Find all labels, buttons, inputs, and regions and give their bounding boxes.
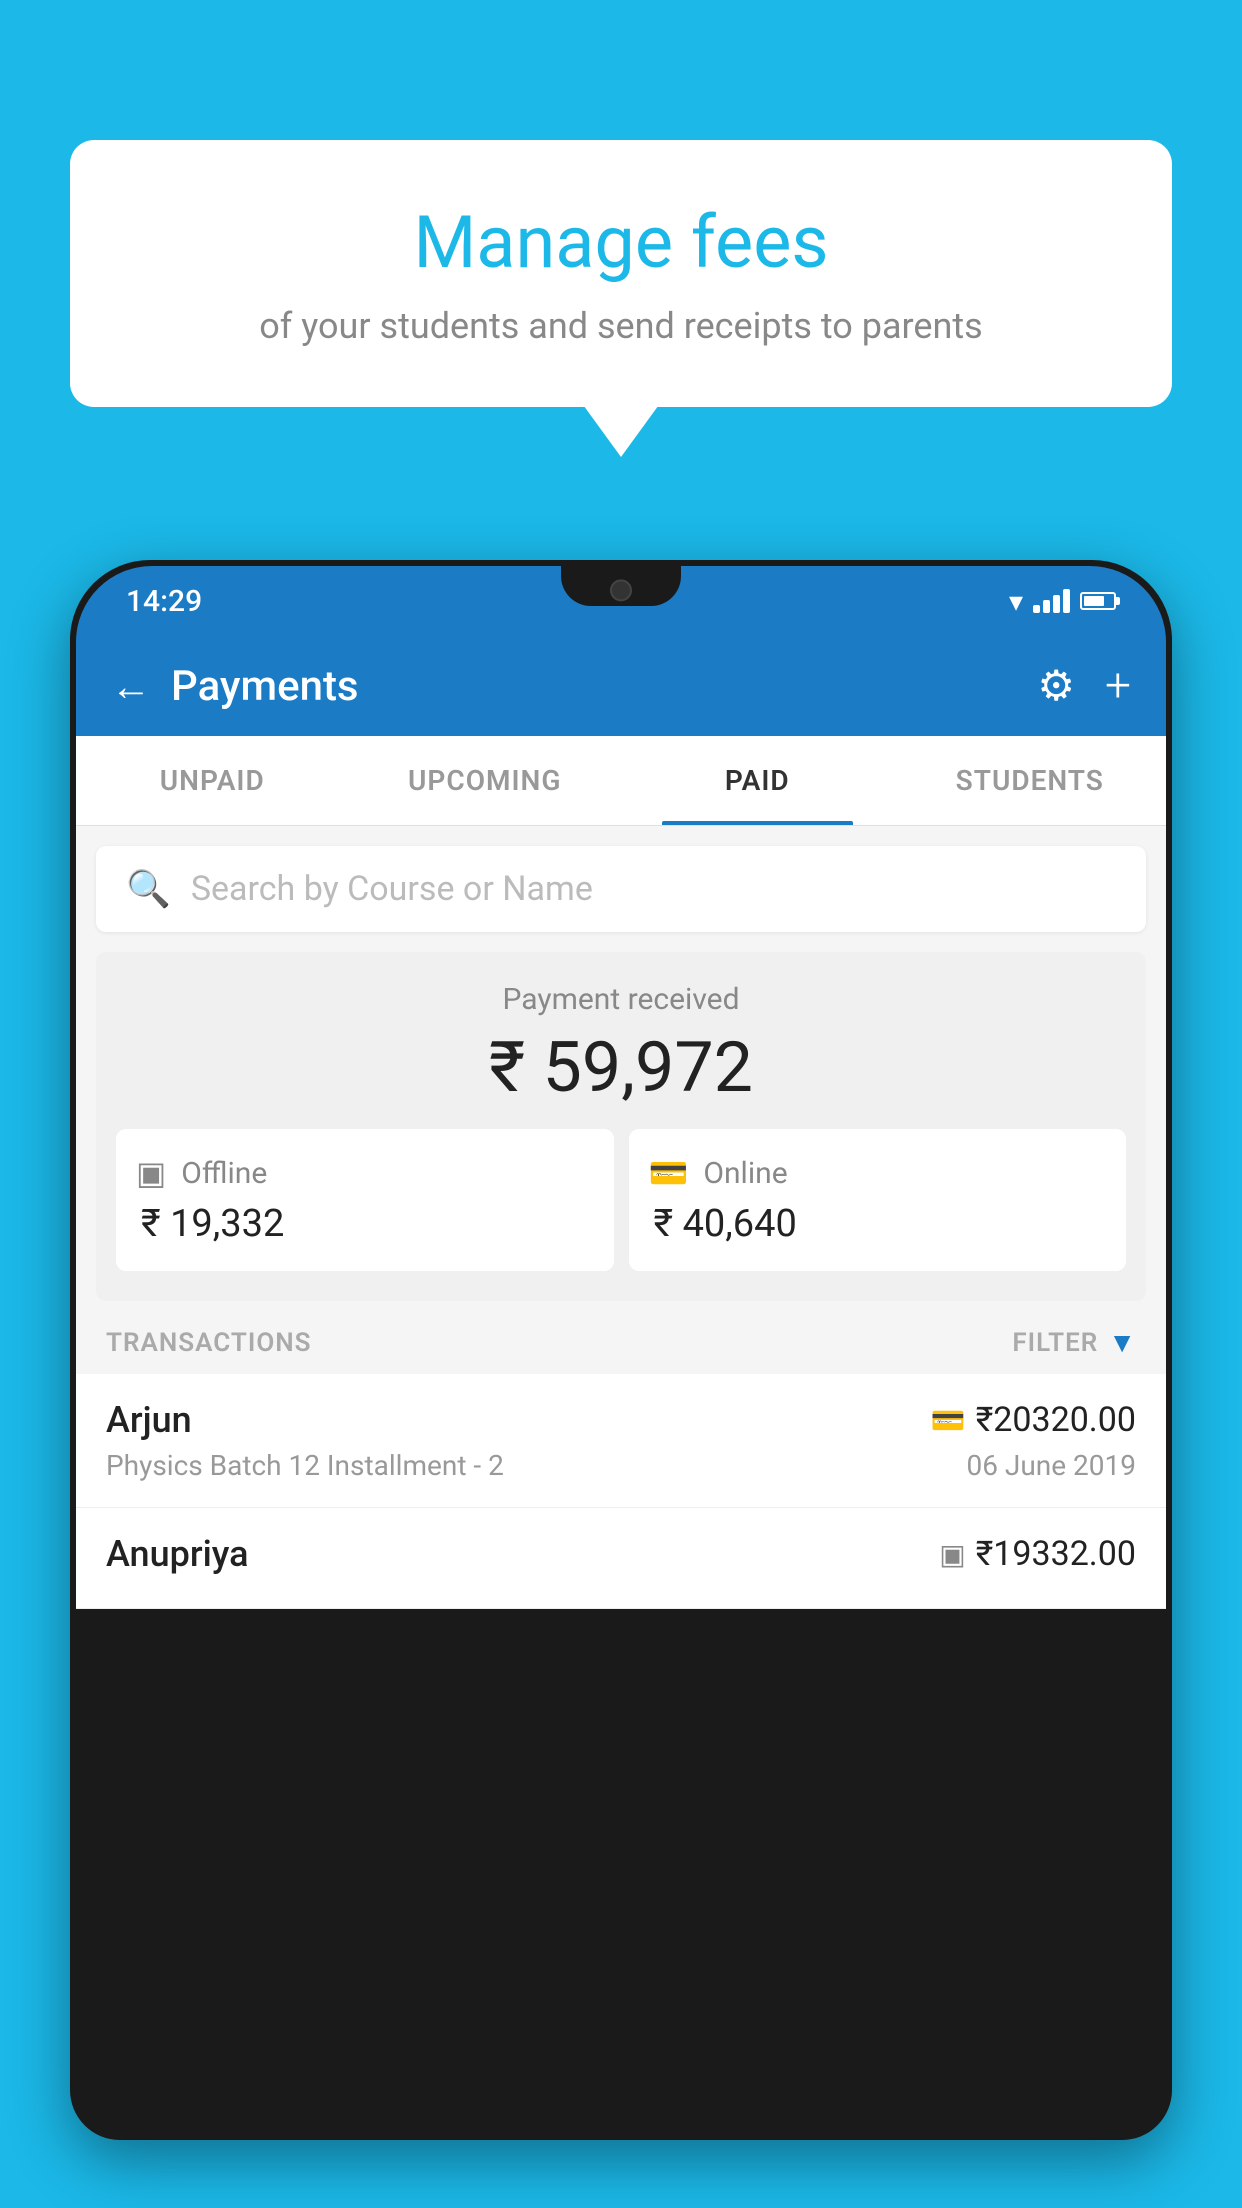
online-label: Online <box>703 1156 787 1191</box>
header-left: ← Payments <box>111 662 359 711</box>
transaction-date: 06 June 2019 <box>966 1449 1136 1482</box>
phone-notch <box>561 566 681 606</box>
online-icon: 💳 <box>649 1154 689 1192</box>
bubble-title: Manage fees <box>120 200 1122 285</box>
offline-icon: ▣ <box>136 1154 166 1192</box>
transaction-course: Physics Batch 12 Installment - 2 <box>106 1449 504 1482</box>
offline-amount: ₹ 19,332 <box>136 1202 284 1246</box>
page-title: Payments <box>171 662 359 711</box>
settings-icon[interactable]: ⚙ <box>1037 661 1075 711</box>
search-icon: 🔍 <box>126 868 171 910</box>
battery-icon <box>1080 592 1116 610</box>
payment-type-icon: ▣ <box>939 1538 965 1571</box>
payment-amount: ₹ 59,972 <box>116 1027 1126 1109</box>
filter-button[interactable]: FILTER ▼ <box>1012 1326 1136 1359</box>
app-header: ← Payments ⚙ + <box>76 636 1166 736</box>
app-content: 🔍 Search by Course or Name Payment recei… <box>76 826 1166 1609</box>
transaction-name: Anupriya <box>106 1533 249 1575</box>
payment-received-card: Payment received ₹ 59,972 ▣ Offline ₹ 19… <box>96 952 1146 1301</box>
speech-bubble: Manage fees of your students and send re… <box>70 140 1172 407</box>
tab-upcoming[interactable]: UPCOMING <box>349 736 622 825</box>
camera <box>610 579 632 601</box>
phone-screen: 14:29 ▾ ← Pa <box>76 566 1166 2134</box>
status-time: 14:29 <box>126 584 202 619</box>
search-bar[interactable]: 🔍 Search by Course or Name <box>96 846 1146 932</box>
add-button[interactable]: + <box>1105 659 1131 713</box>
filter-label: FILTER <box>1012 1328 1098 1358</box>
filter-icon: ▼ <box>1108 1326 1136 1359</box>
tab-paid[interactable]: PAID <box>621 736 894 825</box>
tab-students[interactable]: STUDENTS <box>894 736 1167 825</box>
transaction-item[interactable]: Anupriya ▣ ₹19332.00 <box>76 1508 1166 1609</box>
phone-frame: 14:29 ▾ ← Pa <box>70 560 1172 2140</box>
transaction-amount: ₹19332.00 <box>976 1534 1136 1574</box>
payment-type-icon: 💳 <box>931 1404 966 1437</box>
header-right: ⚙ + <box>1037 659 1131 713</box>
offline-card: ▣ Offline ₹ 19,332 <box>116 1129 614 1271</box>
status-icons: ▾ <box>1009 585 1116 618</box>
payment-label: Payment received <box>116 982 1126 1017</box>
back-button[interactable]: ← <box>111 663 151 710</box>
online-card: 💳 Online ₹ 40,640 <box>629 1129 1127 1271</box>
transactions-label: TRANSACTIONS <box>106 1328 312 1358</box>
phone-container: 14:29 ▾ ← Pa <box>70 560 1172 2208</box>
tabs-bar: UNPAID UPCOMING PAID STUDENTS <box>76 736 1166 826</box>
speech-bubble-container: Manage fees of your students and send re… <box>70 140 1172 407</box>
transactions-header: TRANSACTIONS FILTER ▼ <box>76 1301 1166 1374</box>
wifi-icon: ▾ <box>1009 585 1023 618</box>
payment-sub-cards: ▣ Offline ₹ 19,332 💳 Online ₹ 40,640 <box>116 1129 1126 1271</box>
transaction-amount: ₹20320.00 <box>976 1400 1136 1440</box>
signal-icon <box>1033 589 1070 613</box>
transaction-name: Arjun <box>106 1399 192 1441</box>
transaction-list: Arjun 💳 ₹20320.00 Physics Batch 12 Insta… <box>76 1374 1166 1609</box>
search-placeholder: Search by Course or Name <box>191 869 593 909</box>
online-amount: ₹ 40,640 <box>649 1202 797 1246</box>
bubble-subtitle: of your students and send receipts to pa… <box>120 305 1122 347</box>
transaction-item[interactable]: Arjun 💳 ₹20320.00 Physics Batch 12 Insta… <box>76 1374 1166 1508</box>
tab-unpaid[interactable]: UNPAID <box>76 736 349 825</box>
offline-label: Offline <box>181 1156 267 1191</box>
